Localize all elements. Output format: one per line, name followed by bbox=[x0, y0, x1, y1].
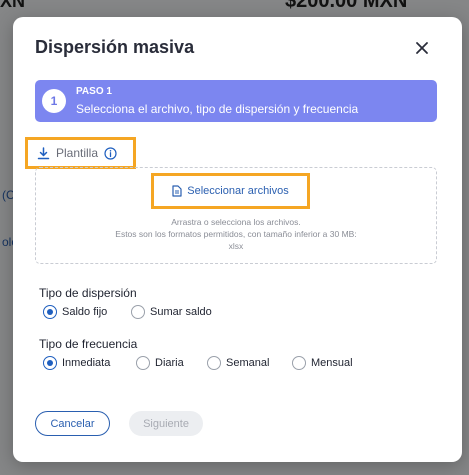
template-label: Plantilla bbox=[56, 146, 99, 160]
radio-label: Inmediata bbox=[62, 357, 111, 369]
radio-unchecked-indicator bbox=[207, 356, 221, 370]
dropzone-format-list: xlsx bbox=[228, 241, 244, 251]
select-files-label: Seleccionar archivos bbox=[187, 185, 289, 197]
frequency-type-label: Tipo de frecuencia bbox=[39, 337, 138, 351]
radio-label: Semanal bbox=[226, 357, 270, 369]
radio-checked-indicator bbox=[43, 356, 57, 370]
radio-mensual[interactable]: Mensual bbox=[292, 356, 353, 370]
radio-unchecked-indicator bbox=[131, 305, 145, 319]
dropzone-hint: Arrastra o selecciona los archivos. bbox=[171, 217, 301, 227]
dropzone-formats-hint: Estos son los formatos permitidos, con t… bbox=[115, 229, 357, 239]
radio-label: Diaria bbox=[155, 357, 184, 369]
close-icon bbox=[416, 42, 428, 54]
info-icon[interactable] bbox=[104, 146, 117, 160]
download-icon bbox=[37, 146, 50, 159]
radio-sumar-saldo[interactable]: Sumar saldo bbox=[131, 305, 212, 319]
file-icon bbox=[172, 185, 182, 197]
bulk-dispersion-modal: Dispersión masiva 1 PASO 1 Selecciona el… bbox=[13, 17, 462, 462]
radio-semanal[interactable]: Semanal bbox=[207, 356, 269, 370]
step-label: PASO 1 bbox=[76, 86, 112, 97]
radio-label: Sumar saldo bbox=[150, 306, 212, 318]
file-dropzone[interactable]: Seleccionar archivos Arrastra o seleccio… bbox=[35, 167, 437, 264]
step-description: Selecciona el archivo, tipo de dispersió… bbox=[76, 102, 359, 116]
radio-unchecked-indicator bbox=[292, 356, 306, 370]
close-button[interactable] bbox=[413, 39, 431, 57]
radio-label: Saldo fijo bbox=[62, 306, 108, 318]
next-button: Siguiente bbox=[129, 411, 203, 436]
radio-checked-indicator bbox=[43, 305, 57, 319]
radio-unchecked-indicator bbox=[136, 356, 150, 370]
step-number: 1 bbox=[42, 89, 66, 113]
radio-inmediata[interactable]: Inmediata bbox=[43, 356, 110, 370]
select-files-button[interactable]: Seleccionar archivos bbox=[151, 173, 310, 209]
radio-saldo-fijo[interactable]: Saldo fijo bbox=[43, 305, 107, 319]
download-template-link[interactable]: Plantilla bbox=[25, 137, 136, 169]
modal-title: Dispersión masiva bbox=[35, 37, 195, 57]
radio-diaria[interactable]: Diaria bbox=[136, 356, 184, 370]
step-banner: 1 PASO 1 Selecciona el archivo, tipo de … bbox=[35, 80, 437, 122]
dispersion-type-label: Tipo de dispersión bbox=[39, 286, 137, 300]
cancel-button[interactable]: Cancelar bbox=[35, 411, 110, 436]
radio-label: Mensual bbox=[311, 357, 353, 369]
